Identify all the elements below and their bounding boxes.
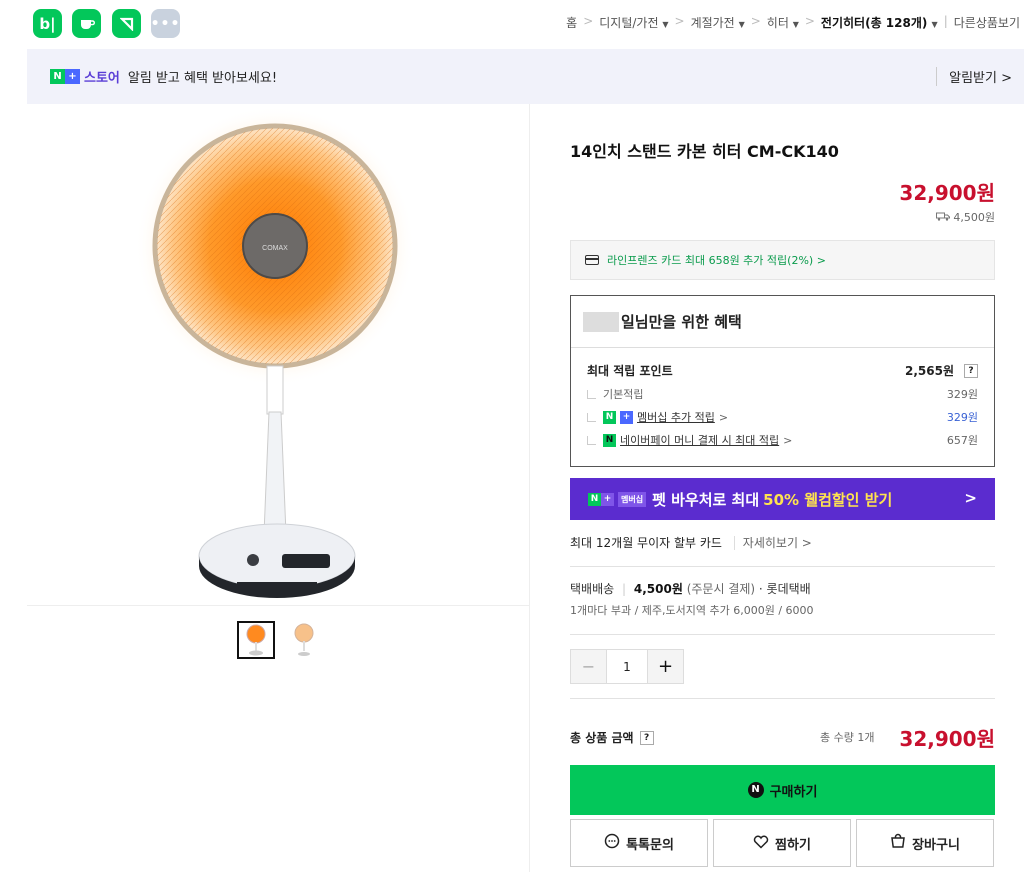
installment-more-link[interactable]: 자세히보기 > [733, 536, 812, 550]
talk-inquiry-button[interactable]: 톡톡문의 [570, 819, 708, 867]
quantity-increase-button[interactable]: + [648, 650, 683, 683]
benefit-row: N + 멤버십 추가 적립 > 329원 [587, 409, 978, 425]
help-icon[interactable]: ? [964, 363, 978, 378]
total-price: 32,900원 [899, 727, 995, 751]
nplus-store-logo: N + 스토어 [50, 67, 120, 86]
pay-app-icon[interactable] [112, 9, 141, 38]
benefit-header: 일님만을 위한 혜택 [571, 296, 994, 348]
installment-info: 최대 12개월 무이자 할부 카드 자세히보기 > [570, 536, 812, 550]
card-promo[interactable]: 라인프렌즈 카드 최대 658원 추가 적립(2%) > [570, 240, 995, 280]
cart-button[interactable]: 장바구니 [856, 819, 994, 867]
total-quantity: 총 수량 1개 [820, 731, 875, 744]
caret-down-icon: ▼ [931, 20, 938, 29]
breadcrumb-current[interactable]: 전기히터(총 128개) ▼ [821, 14, 938, 31]
benefit-row: 기본적립 329원 [587, 386, 978, 402]
delivery-extra: 1개마다 부과 / 제주,도서지역 추가 6,000원 / 6000 [570, 604, 814, 617]
shipping-fee: 4,500원 [935, 209, 995, 225]
notification-banner: N + 스토어 알림 받고 혜택 받아보세요! 알림받기 > [27, 49, 1024, 104]
other-products-link[interactable]: 다른상품보기 [954, 14, 1020, 31]
truck-icon [935, 211, 954, 224]
quantity-input[interactable]: 1 [606, 650, 648, 683]
wish-button[interactable]: 찜하기 [713, 819, 851, 867]
banner-text: 알림 받고 혜택 받아보세요! [127, 71, 278, 86]
top-bar: b| ••• 홈 > 디지털/가전 ▼ > 계절가전 ▼ > 히터 ▼ > 전기… [0, 0, 1024, 48]
blog-app-icon[interactable]: b| [33, 9, 62, 38]
naverpay-icon: N [603, 433, 616, 447]
breadcrumb-item[interactable]: 디지털/가전 ▼ [599, 14, 668, 31]
breadcrumb-item[interactable]: 히터 ▼ [767, 14, 799, 31]
product-gallery: COMAX [27, 104, 530, 872]
buy-button[interactable]: N 구매하기 [570, 765, 995, 815]
quantity-stepper: − 1 + [570, 649, 684, 684]
quantity-decrease-button[interactable]: − [571, 650, 606, 683]
help-icon[interactable]: ? [639, 730, 654, 745]
breadcrumb-item[interactable]: 홈 [566, 14, 577, 31]
max-points-row: 최대 적립 포인트 2,565원? [587, 362, 978, 379]
membership-link[interactable]: 멤버십 추가 적립 [637, 409, 715, 425]
breadcrumb: 홈 > 디지털/가전 ▼ > 계절가전 ▼ > 히터 ▼ > 전기히터(총 12… [566, 14, 1020, 31]
membership-promo-banner[interactable]: N + 멤버십 펫 바우처로 최대 50% 웰컴할인 받기 > [570, 478, 995, 520]
caret-down-icon: ▼ [738, 20, 745, 29]
cafe-app-icon[interactable] [72, 9, 101, 38]
more-apps-icon[interactable]: ••• [151, 9, 180, 38]
breadcrumb-item[interactable]: 계절가전 ▼ [691, 14, 745, 31]
cart-bag-icon [890, 833, 906, 853]
benefit-row: N 네이버페이 머니 결제 시 최대 적립 > 657원 [587, 432, 978, 448]
caret-down-icon: ▼ [662, 20, 669, 29]
naverpay-n-icon: N [747, 782, 764, 798]
product-main-image: COMAX [27, 104, 530, 606]
product-price: 32,900원 [899, 181, 995, 205]
naverpay-link[interactable]: 네이버페이 머니 결제 시 최대 적립 [620, 432, 779, 448]
thumbnail-list [237, 621, 323, 659]
chat-icon [604, 833, 620, 853]
product-title: 14인치 스탠드 카본 히터 CM-CK140 [570, 142, 839, 161]
card-icon [585, 255, 599, 265]
caret-down-icon: ▼ [792, 20, 799, 29]
delivery-info: 택배배송 | 4,500원 (주문시 결제) · 롯데택배 [570, 582, 811, 596]
total-label: 총 상품 금액 ? [570, 729, 654, 746]
thumbnail-2[interactable] [285, 621, 323, 659]
heart-icon [753, 834, 769, 853]
benefit-box: 일님만을 위한 혜택 최대 적립 포인트 2,565원? 기본적립 329원 N… [570, 295, 995, 467]
notify-button[interactable]: 알림받기 > [936, 67, 1012, 86]
thumbnail-1[interactable] [237, 621, 275, 659]
chevron-right-icon: > [964, 489, 977, 507]
blurred-username [583, 311, 619, 332]
brand-badge: COMAX [262, 245, 288, 252]
